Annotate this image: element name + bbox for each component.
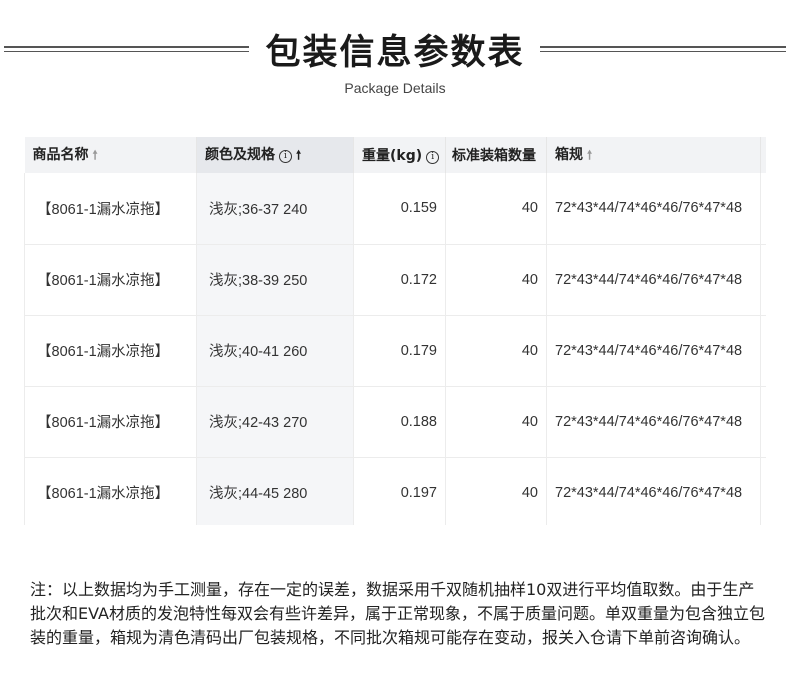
cell-overflow [760,457,766,525]
cell-box-size: 72*43*44/74*46*46/76*47*48 [546,457,761,525]
table-row: 【8061-1漏水凉拖】 浅灰;44-45 280 0.197 40 72*43… [24,457,766,525]
table-row: 【8061-1漏水凉拖】 浅灰;38-39 250 0.172 40 72*43… [24,244,766,316]
cell-product-name: 【8061-1漏水凉拖】 [24,244,197,316]
cell-color-spec: 浅灰;36-37 240 [196,173,354,245]
column-header-label: 颜色及规格 [205,146,275,163]
cell-overflow [760,386,766,458]
title-section: 包装信息参数表 Package Details [0,0,790,110]
cell-weight: 0.197 [353,457,446,525]
cell-weight: 0.188 [353,386,446,458]
column-header-label: 标准装箱数量 [452,148,536,164]
cell-box-qty: 40 [445,173,547,245]
cell-product-name: 【8061-1漏水凉拖】 [24,315,197,387]
info-circle-icon[interactable]: i [279,149,292,163]
cell-product-name: 【8061-1漏水凉拖】 [24,457,197,525]
package-table-container: 商品名称🠕 颜色及规格i🠕 重量(kg)i 标准装箱数量 箱规🠕 【8 [24,137,766,525]
column-header-label: 箱规 [555,146,583,163]
column-header-box-size[interactable]: 箱规 🠕 [546,137,761,173]
table-row: 【8061-1漏水凉拖】 浅灰;36-37 240 0.159 40 72*43… [24,173,766,245]
cell-box-qty: 40 [445,244,547,316]
sort-arrow-up-icon[interactable]: 🠕 [587,148,592,162]
column-header-weight[interactable]: 重量(kg) i [353,137,446,173]
cell-box-size: 72*43*44/74*46*46/76*47*48 [546,173,761,245]
cell-overflow [760,315,766,387]
title-rule-right [540,46,786,52]
cell-overflow [760,173,766,245]
table-header-row: 商品名称 🠕 颜色及规格 i 🠕 重量(kg) i 标准装箱数量 箱规 🠕 [24,137,766,173]
cell-product-name: 【8061-1漏水凉拖】 [24,386,197,458]
column-header-product-name[interactable]: 商品名称 🠕 [24,137,197,173]
cell-color-spec: 浅灰;40-41 260 [196,315,354,387]
cell-box-qty: 40 [445,315,547,387]
cell-box-qty: 40 [445,386,547,458]
disclaimer-note: 注：以上数据均为手工测量，存在一定的误差，数据采用千双随机抽样10双进行平均值取… [30,580,765,647]
cell-weight: 0.172 [353,244,446,316]
column-header-label: 商品名称 [32,146,89,163]
cell-weight: 0.159 [353,173,446,245]
cell-box-size: 72*43*44/74*46*46/76*47*48 [546,386,761,458]
cell-color-spec: 浅灰;44-45 280 [196,457,354,525]
sort-arrow-up-icon[interactable]: 🠕 [296,148,301,162]
cell-box-size: 72*43*44/74*46*46/76*47*48 [546,315,761,387]
cell-product-name: 【8061-1漏水凉拖】 [24,173,197,245]
column-header-color-spec[interactable]: 颜色及规格 i 🠕 [196,137,354,173]
cell-color-spec: 浅灰;42-43 270 [196,386,354,458]
column-header-box-qty[interactable]: 标准装箱数量 [445,137,547,173]
cell-box-qty: 40 [445,457,547,525]
cell-overflow [760,244,766,316]
cell-box-size: 72*43*44/74*46*46/76*47*48 [546,244,761,316]
table-row: 【8061-1漏水凉拖】 浅灰;42-43 270 0.188 40 72*43… [24,386,766,458]
cell-color-spec: 浅灰;38-39 250 [196,244,354,316]
info-circle-icon[interactable]: i [426,151,440,164]
page-subtitle: Package Details [344,80,446,96]
cell-weight: 0.179 [353,315,446,387]
column-header-overflow [760,137,766,173]
sort-arrow-up-icon[interactable]: 🠕 [93,148,98,162]
package-table: 商品名称🠕 颜色及规格i🠕 重量(kg)i 标准装箱数量 箱规🠕 【8 [24,137,766,525]
column-header-label: 重量(kg) [362,148,423,164]
table-row: 【8061-1漏水凉拖】 浅灰;40-41 260 0.179 40 72*43… [24,315,766,387]
